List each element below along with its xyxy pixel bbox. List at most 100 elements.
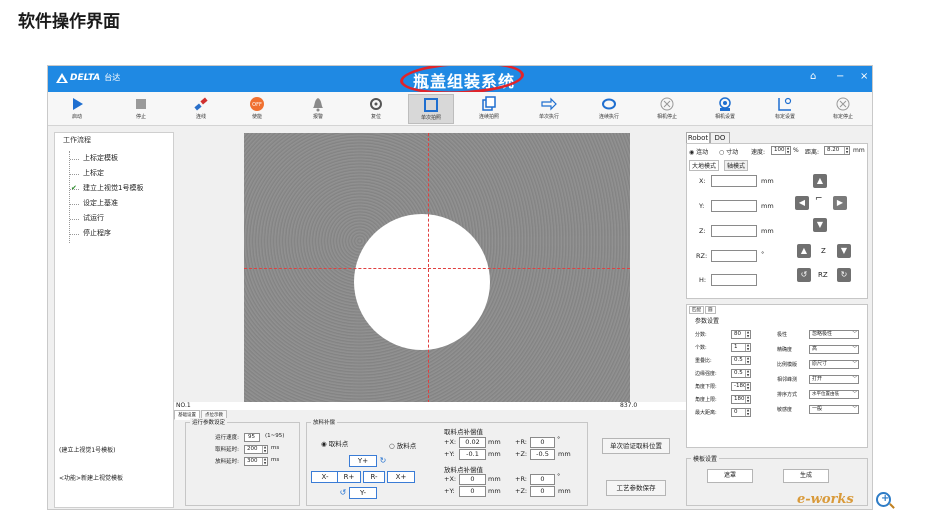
param-precision-select[interactable]: 高 <box>809 345 859 354</box>
save-params-button[interactable]: 工艺参数保存 <box>606 480 666 496</box>
place-delay-label: 放料延时: <box>215 459 239 465</box>
param-count-label: 个数: <box>695 345 707 351</box>
param-sort-select[interactable]: 水平位置由低 <box>809 390 859 399</box>
jog-x-minus-button[interactable]: X- <box>311 471 339 483</box>
tree-item-stop-program[interactable]: 停止程序 <box>70 226 143 241</box>
spinner-arrows-icon[interactable]: ▲ ▼ <box>262 457 267 465</box>
single-run-button[interactable]: 单次执行 <box>526 94 572 124</box>
spinner-arrows-icon[interactable]: ▲ ▼ <box>745 343 750 351</box>
camera-view[interactable] <box>244 133 630 403</box>
run-params-group: 运行参数设定 运行速度: 95 (1~95) 取料延时: 200 ▲ ▼ ms 放料… <box>185 418 300 506</box>
stop-button[interactable]: 停止 <box>118 94 164 124</box>
jog-y-plus-button[interactable]: Y+ <box>349 455 377 467</box>
jog-x-plus-button[interactable]: X+ <box>387 471 415 483</box>
z-axis-input[interactable] <box>711 225 757 237</box>
z-down-arrow-icon[interactable]: ▼ <box>837 244 851 258</box>
camera-settings-button[interactable]: 相机设置 <box>702 94 748 124</box>
radio-pick-point[interactable]: ◉ 取料点 <box>321 438 348 448</box>
verify-pick-button[interactable]: 单次验证取料位置 <box>602 438 670 454</box>
tree-item-upper-calib[interactable]: 上标定 <box>70 166 143 181</box>
calibration-settings-button[interactable]: 标定设置 <box>762 94 808 124</box>
mode-inch-radio[interactable]: ○ 寸动 <box>719 147 738 156</box>
place-z-input[interactable]: 0 <box>530 486 555 497</box>
reset-button[interactable]: 复位 <box>353 94 399 124</box>
param-overlap-input[interactable]: 0.5 ▲ ▼ <box>731 356 751 365</box>
param-angle-max-input[interactable]: 180 ▲ ▼ <box>731 395 751 404</box>
param-sensitivity-select[interactable]: 一般 <box>809 405 859 414</box>
distance-unit: mm <box>853 147 865 154</box>
spinner-arrows-icon[interactable]: ▲ ▼ <box>745 395 750 403</box>
distance-input[interactable]: 8.20 ▲ ▼ <box>824 146 850 155</box>
param-score-label: 分数: <box>695 332 707 338</box>
tab-world-mode[interactable]: 大地模式 <box>689 160 720 171</box>
single-shot-button[interactable]: 单次拍照 <box>408 94 454 124</box>
mask-button[interactable]: 遮罩 <box>707 469 753 483</box>
param-score-input[interactable]: 80 ▲ ▼ <box>731 330 751 339</box>
tab-circle[interactable]: 圆 <box>705 306 716 314</box>
rz-axis-input[interactable] <box>711 250 757 262</box>
param-angle-min-input[interactable]: -180 ▲ ▼ <box>731 382 751 391</box>
pick-z-input[interactable]: -0.5 <box>530 449 555 460</box>
continuous-run-button[interactable]: 连续执行 <box>586 94 632 124</box>
place-delay-input[interactable]: 300 ▲ ▼ <box>244 457 268 466</box>
close-button[interactable]: × <box>860 71 868 82</box>
tree-item-trial-run[interactable]: 试运行 <box>70 211 143 226</box>
param-scale-select[interactable]: 原尺寸 <box>809 360 859 369</box>
z-up-arrow-icon[interactable]: ▲ <box>797 244 811 258</box>
spinner-arrows-icon[interactable]: ▲ ▼ <box>745 330 750 338</box>
tab-axis-mode[interactable]: 轴模式 <box>724 160 749 171</box>
tree-item-upper-calib-template[interactable]: 上标定模板 <box>70 151 143 166</box>
y-axis-input[interactable] <box>711 200 757 212</box>
pick-x-input[interactable]: 0.02 <box>459 437 486 448</box>
rz-ccw-icon[interactable]: ↺ <box>797 268 811 282</box>
spinner-arrows-icon[interactable]: ▲ ▼ <box>745 382 750 390</box>
tree-item-build-template[interactable]: ✔ 建立上视觉1号模板 <box>70 181 143 196</box>
spinner-arrows-icon[interactable]: ▲ ▼ <box>844 146 849 154</box>
home-icon[interactable]: ⌂ <box>810 71 816 82</box>
place-r-unit: ° <box>557 472 561 480</box>
pick-r-input[interactable]: 0 <box>530 437 555 448</box>
pick-y-input[interactable]: -0.1 <box>459 449 486 460</box>
place-r-input[interactable]: 0 <box>530 474 555 485</box>
camera-stop-button[interactable]: 相机停止 <box>644 94 690 124</box>
param-polarity-select[interactable]: 忽略极性 <box>809 330 859 339</box>
enable-button[interactable]: OFF 使能 <box>234 94 280 124</box>
spinner-arrows-icon[interactable]: ▲ ▼ <box>785 146 790 154</box>
rz-cw-icon[interactable]: ↻ <box>837 268 851 282</box>
param-count-input[interactable]: 1 ▲ ▼ <box>731 343 751 352</box>
alarm-button[interactable]: 报警 <box>295 94 341 124</box>
param-edge-input[interactable]: 0.5 ▲ ▼ <box>731 369 751 378</box>
spinner-arrows-icon[interactable]: ▲ ▼ <box>745 369 750 377</box>
place-x-input[interactable]: 0 <box>459 474 486 485</box>
jog-y-minus-button[interactable]: Y- <box>349 487 377 499</box>
jog-right-arrow-icon[interactable]: ▶ <box>833 196 847 210</box>
spinner-arrows-icon[interactable]: ▲ ▼ <box>262 445 267 453</box>
bell-icon <box>313 98 323 112</box>
tree-item-set-baseline[interactable]: 设定上基准 <box>70 196 143 211</box>
place-y-input[interactable]: 0 <box>459 486 486 497</box>
tab-match[interactable]: 匹配 <box>689 306 704 314</box>
param-peak-select[interactable]: 打开 <box>809 375 859 384</box>
radio-place-point[interactable]: ○ 放料点 <box>389 440 416 450</box>
x-axis-input[interactable] <box>711 175 757 187</box>
continuous-shot-button[interactable]: 连续拍照 <box>466 94 512 124</box>
jog-r-plus-button[interactable]: R+ <box>337 471 361 483</box>
minimize-button[interactable]: − <box>836 71 844 82</box>
spinner-arrows-icon[interactable]: ▲ ▼ <box>745 356 750 364</box>
zoom-in-icon[interactable]: + <box>876 492 891 507</box>
pick-delay-input[interactable]: 200 ▲ ▼ <box>244 445 268 454</box>
h-axis-input[interactable] <box>711 274 757 286</box>
jog-up-arrow-icon[interactable]: ▲ <box>813 174 827 188</box>
robot-speed-input[interactable]: 100 ▲ ▼ <box>771 146 791 155</box>
speed-input[interactable]: 95 <box>244 433 260 442</box>
generate-button[interactable]: 生成 <box>783 469 829 483</box>
connect-button[interactable]: 连线 <box>178 94 224 124</box>
calibration-stop-button[interactable]: 标定停止 <box>820 94 866 124</box>
param-max-dist-input[interactable]: 0 ▲ ▼ <box>731 408 751 417</box>
jog-r-minus-button[interactable]: R- <box>363 471 385 483</box>
start-button[interactable]: 启动 <box>54 94 100 124</box>
spinner-arrows-icon[interactable]: ▲ ▼ <box>745 408 750 416</box>
mode-continuous-radio[interactable]: ◉ 连动 <box>689 147 708 156</box>
jog-down-arrow-icon[interactable]: ▼ <box>813 218 827 232</box>
jog-left-arrow-icon[interactable]: ◀ <box>795 196 809 210</box>
